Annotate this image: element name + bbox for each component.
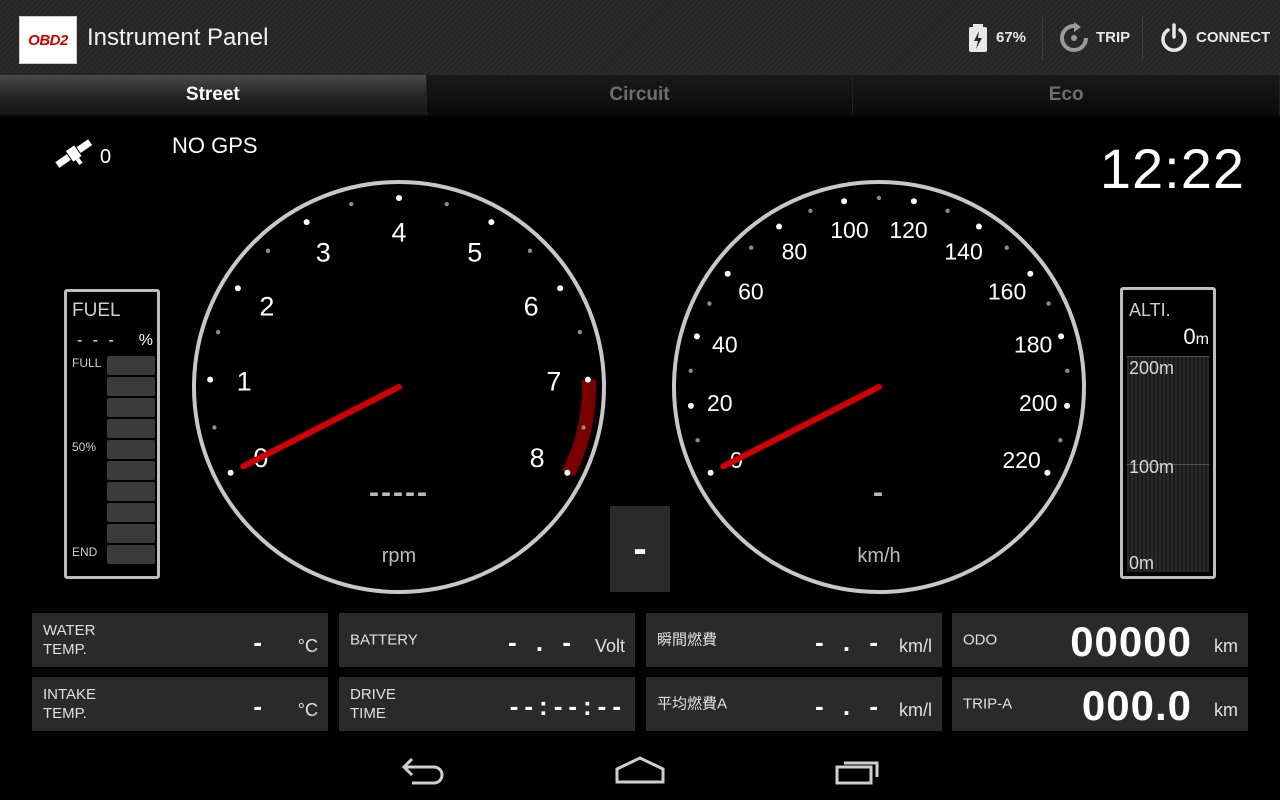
gauge-label: 60 <box>738 278 764 304</box>
battery-panel: BATTERY - . - Volt <box>339 613 635 667</box>
major-tick <box>975 223 982 230</box>
gauge-label: 120 <box>889 217 927 243</box>
major-tick <box>207 376 214 383</box>
instant-fuel-panel: 瞬間燃費 - . - km/l <box>646 613 942 667</box>
gauge-label: 180 <box>1014 331 1052 357</box>
minor-tick <box>265 248 271 253</box>
major-tick <box>557 285 564 292</box>
major-tick <box>707 469 714 476</box>
minor-tick <box>212 425 217 430</box>
major-tick <box>396 195 402 201</box>
minor-tick <box>581 425 586 430</box>
odo-panel: ODO 00000 km <box>952 613 1248 667</box>
minor-tick <box>707 301 712 306</box>
minor-tick <box>215 329 221 335</box>
gauge-needle <box>240 384 402 470</box>
minor-tick <box>527 248 533 253</box>
major-tick <box>564 469 571 476</box>
minor-tick <box>876 195 882 201</box>
gauge-label: 220 <box>1002 447 1040 473</box>
minor-tick <box>695 438 700 443</box>
avg-fuel-panel: 平均燃費A - . - km/l <box>646 677 942 731</box>
speedometer: 020406080100120140160180200220-km/h <box>672 180 1086 594</box>
back-icon <box>401 757 444 785</box>
major-tick <box>1044 469 1051 476</box>
home-button[interactable] <box>600 740 680 800</box>
gauge-label: 5 <box>467 237 482 267</box>
gauge-label: 1 <box>237 367 252 397</box>
gauge-label: 6 <box>524 292 539 322</box>
gauge-readout: ----- <box>369 476 429 509</box>
gauge-label: 160 <box>988 278 1026 304</box>
gauge-label: 2 <box>259 292 274 322</box>
trip-a-panel: TRIP-A 000.0 km <box>952 677 1248 731</box>
system-nav-bar <box>0 740 1280 800</box>
major-tick <box>488 219 495 226</box>
minor-tick <box>1004 245 1009 250</box>
major-tick <box>693 333 700 340</box>
minor-tick <box>749 245 754 250</box>
home-icon <box>615 756 665 784</box>
major-tick <box>1027 270 1034 277</box>
gauge-label: 20 <box>707 390 733 416</box>
major-tick <box>1058 333 1065 340</box>
recent-apps-icon <box>835 761 879 785</box>
minor-tick <box>945 208 950 214</box>
minor-tick <box>808 208 813 214</box>
gauge-label: 140 <box>944 238 982 264</box>
gauge-readout: - <box>873 476 885 509</box>
tachometer: 012345678-----rpm <box>192 180 606 594</box>
minor-tick <box>1058 438 1063 443</box>
major-tick <box>841 198 848 205</box>
major-tick <box>234 285 241 292</box>
minor-tick <box>444 201 449 207</box>
recent-apps-button[interactable] <box>818 740 898 800</box>
back-button[interactable] <box>384 740 464 800</box>
minor-tick <box>1065 368 1070 374</box>
minor-tick <box>349 201 354 207</box>
major-tick <box>584 376 591 383</box>
gauge-label: 8 <box>530 443 545 473</box>
major-tick <box>1064 402 1071 409</box>
minor-tick <box>1046 301 1051 306</box>
gauge-unit: rpm <box>382 545 416 567</box>
intake-temp-panel: INTAKE TEMP. - °C <box>32 677 328 731</box>
gauge-label: 100 <box>830 217 868 243</box>
gauge-label: 3 <box>316 237 331 267</box>
major-tick <box>303 219 310 226</box>
major-tick <box>227 469 234 476</box>
gauge-label: 80 <box>782 238 808 264</box>
minor-tick <box>688 368 693 374</box>
drive-time-panel: DRIVE TIME --:--:-- <box>339 677 635 731</box>
gauge-label: 4 <box>391 218 406 248</box>
major-tick <box>724 270 731 277</box>
gauge-needle <box>720 384 882 470</box>
major-tick <box>910 198 917 205</box>
major-tick <box>687 402 694 409</box>
water-temp-panel: WATER TEMP. - °C <box>32 613 328 667</box>
gauge-label: 200 <box>1019 390 1057 416</box>
gauge-unit: km/h <box>857 545 900 567</box>
minor-tick <box>577 329 583 335</box>
gauge-label: 40 <box>712 331 738 357</box>
gear-indicator: - <box>610 506 670 592</box>
gauge-label: 7 <box>546 367 561 397</box>
major-tick <box>776 223 783 230</box>
